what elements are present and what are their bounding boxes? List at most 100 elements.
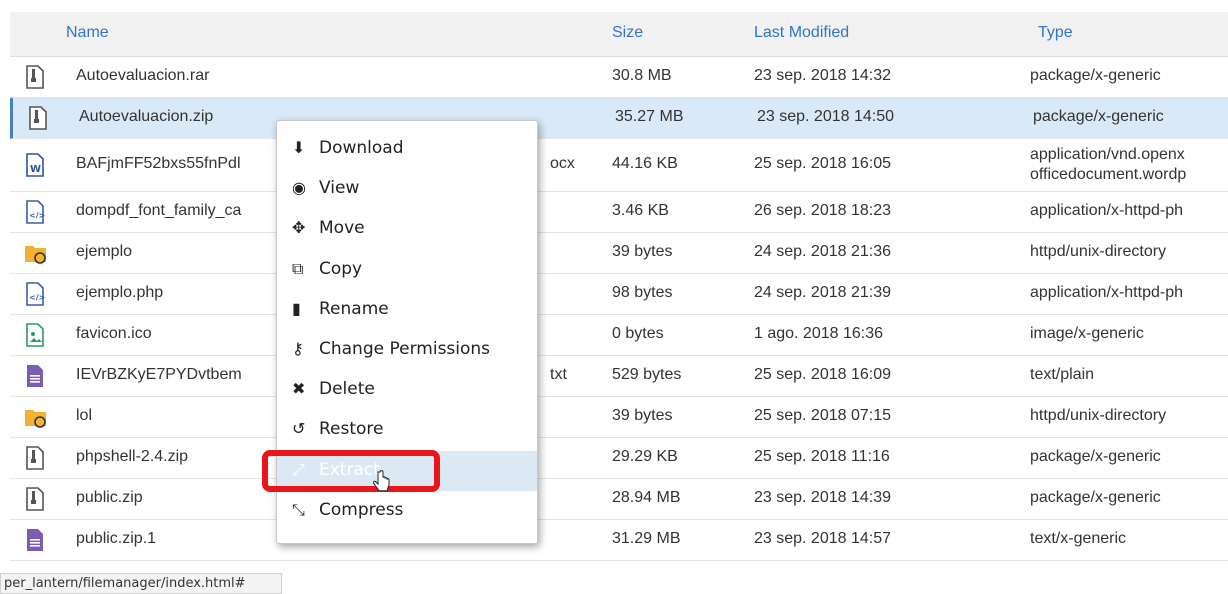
file-size: 39 bytes <box>612 407 673 424</box>
file-size: 30.8 MB <box>612 67 672 84</box>
text-file-icon <box>24 364 46 388</box>
menu-item-label: Compress <box>319 499 404 520</box>
menu-item-delete[interactable]: ✖ Delete <box>277 370 537 410</box>
column-header-size[interactable]: Size <box>612 24 643 42</box>
file-type: package/x-generic <box>1033 108 1164 125</box>
folder-link-icon <box>24 405 46 429</box>
table-row[interactable]: </> dompdf_font_family_ca 3.46 KB 26 sep. 2… <box>10 192 1228 233</box>
table-row[interactable]: Autoevaluacion.rar 30.8 MB 23 sep. 2018 14… <box>10 57 1228 98</box>
file-size: 44.16 KB <box>612 155 678 172</box>
file-modified: 26 sep. 2018 18:23 <box>754 202 892 219</box>
archive-icon <box>24 65 46 89</box>
archive-icon <box>24 487 46 511</box>
table-row[interactable]: </> ejemplo.php 98 bytes 24 sep. 2018 21:39… <box>10 274 1228 315</box>
table-header: Name Size Last Modified Type <box>10 12 1228 57</box>
file-size: 39 bytes <box>612 243 673 260</box>
file-type: text/plain <box>1030 366 1095 383</box>
file-size: 35.27 MB <box>615 108 684 125</box>
file-type: application/vnd.openx officedocument.wor… <box>1030 146 1187 183</box>
table-row[interactable]: phpshell-2.4.zip 29.29 KB 25 sep. 2018 11:… <box>10 438 1228 479</box>
menu-item-rename[interactable]: ▮ Rename <box>277 290 537 330</box>
file-size: 31.29 MB <box>612 530 681 547</box>
archive-icon <box>24 446 46 470</box>
file-modified: 23 sep. 2018 14:57 <box>754 530 892 547</box>
undo-icon: ↺ <box>292 419 306 439</box>
table-row[interactable]: IEVrBZKyE7PYDvtbem txt 529 bytes 25 sep. 20… <box>10 356 1228 397</box>
file-modified: 1 ago. 2018 16:36 <box>754 325 884 342</box>
status-bar-url: per_lantern/filemanager/index.html# <box>0 573 282 594</box>
menu-item-copy[interactable]: ⧉ Copy <box>277 250 537 290</box>
svg-text:</>: </> <box>29 293 45 302</box>
file-name-tail: ocx <box>550 155 575 172</box>
file-type: text/x-generic <box>1030 530 1127 547</box>
move-icon: ✥ <box>292 218 306 238</box>
file-size: 98 bytes <box>612 284 673 301</box>
menu-item-label: Download <box>319 138 404 158</box>
file-type: package/x-generic <box>1030 489 1161 506</box>
menu-item-restore[interactable]: ↺ Restore <box>277 410 537 450</box>
code-file-icon: </> <box>24 200 46 224</box>
column-header-name[interactable]: Name <box>66 24 109 42</box>
file-size: 29.29 KB <box>612 448 678 465</box>
table-row[interactable]: lol 39 bytes 25 sep. 2018 07:15 httpd/unix-… <box>10 397 1228 438</box>
menu-item-change-permissions[interactable]: ⚷ Change Permissions <box>277 330 537 370</box>
file-type: httpd/unix-directory <box>1030 407 1167 424</box>
file-size: 529 bytes <box>612 366 682 383</box>
file-modified: 23 sep. 2018 14:50 <box>757 108 895 125</box>
word-doc-icon: W <box>24 153 46 177</box>
folder-link-icon <box>24 241 46 265</box>
file-icon: ▮ <box>292 298 301 318</box>
table-row[interactable]: W BAFjmFF52bxs55fnPdl ocx 44.16 KB 25 sep. 2… <box>10 139 1228 192</box>
copy-icon: ⧉ <box>292 258 304 278</box>
menu-item-download[interactable]: ⬇ Download <box>277 129 537 169</box>
svg-text:</>: </> <box>29 211 45 220</box>
file-modified: 24 sep. 2018 21:36 <box>754 243 892 260</box>
table-row[interactable]: public.zip.1 31.29 MB 23 sep. 2018 14:57 te… <box>10 520 1228 561</box>
file-modified: 23 sep. 2018 14:32 <box>754 67 892 84</box>
code-file-icon: </> <box>24 282 46 306</box>
file-type: package/x-generic <box>1030 448 1161 465</box>
file-name-tail: txt <box>550 366 567 383</box>
download-icon: ⬇ <box>292 138 306 157</box>
file-type: application/x-httpd-ph <box>1030 284 1183 301</box>
times-icon: ✖ <box>292 379 306 399</box>
column-header-modified[interactable]: Last Modified <box>754 24 849 42</box>
menu-item-label: Copy <box>319 258 363 279</box>
image-file-icon <box>24 323 46 347</box>
highlight-callout <box>262 450 440 492</box>
file-size: 0 bytes <box>612 325 664 342</box>
text-file-icon <box>24 528 46 552</box>
archive-icon <box>27 106 49 130</box>
menu-item-view[interactable]: ◉ View <box>277 169 537 209</box>
table-row[interactable]: favicon.ico 0 bytes 1 ago. 2018 16:36 image… <box>10 315 1228 356</box>
eye-icon: ◉ <box>292 178 306 198</box>
table-row[interactable]: public.zip 28.94 MB 23 sep. 2018 14:39 pack… <box>10 479 1228 520</box>
file-modified: 25 sep. 2018 07:15 <box>754 407 892 424</box>
svg-text:W: W <box>30 164 41 175</box>
file-modified: 25 sep. 2018 16:09 <box>754 366 892 383</box>
file-type: application/x-httpd-ph <box>1030 202 1183 219</box>
file-type: httpd/unix-directory <box>1030 243 1167 260</box>
file-modified: 25 sep. 2018 11:16 <box>754 448 890 465</box>
menu-item-label: Restore <box>319 419 384 440</box>
file-size: 28.94 MB <box>612 489 681 506</box>
file-modified: 25 sep. 2018 16:05 <box>754 155 892 172</box>
file-size: 3.46 KB <box>612 202 669 219</box>
file-modified: 24 sep. 2018 21:39 <box>754 284 892 301</box>
hand-cursor-icon <box>372 470 390 492</box>
menu-item-label: Delete <box>319 379 375 400</box>
menu-item-label: Move <box>319 218 365 239</box>
menu-item-label: Change Permissions <box>319 339 491 359</box>
file-modified: 23 sep. 2018 14:39 <box>754 489 892 506</box>
table-row[interactable]: Autoevaluacion.zip 35.27 MB 23 sep. 2018 1… <box>10 98 1228 139</box>
file-name[interactable]: Autoevaluacion.rar <box>76 67 596 85</box>
menu-item-compress[interactable]: ⤡ Compress <box>277 491 537 531</box>
table-row[interactable]: ejemplo 39 bytes 24 sep. 2018 21:36 httpd/u… <box>10 233 1228 274</box>
menu-item-move[interactable]: ✥ Move <box>277 209 537 249</box>
file-table: Name Size Last Modified Type Autoevaluac… <box>10 12 1228 561</box>
column-header-type[interactable]: Type <box>1038 24 1073 42</box>
file-type: package/x-generic <box>1030 67 1161 84</box>
menu-item-label: View <box>319 178 360 199</box>
menu-item-label: Rename <box>319 298 389 319</box>
compress-icon: ⤡ <box>292 499 305 519</box>
